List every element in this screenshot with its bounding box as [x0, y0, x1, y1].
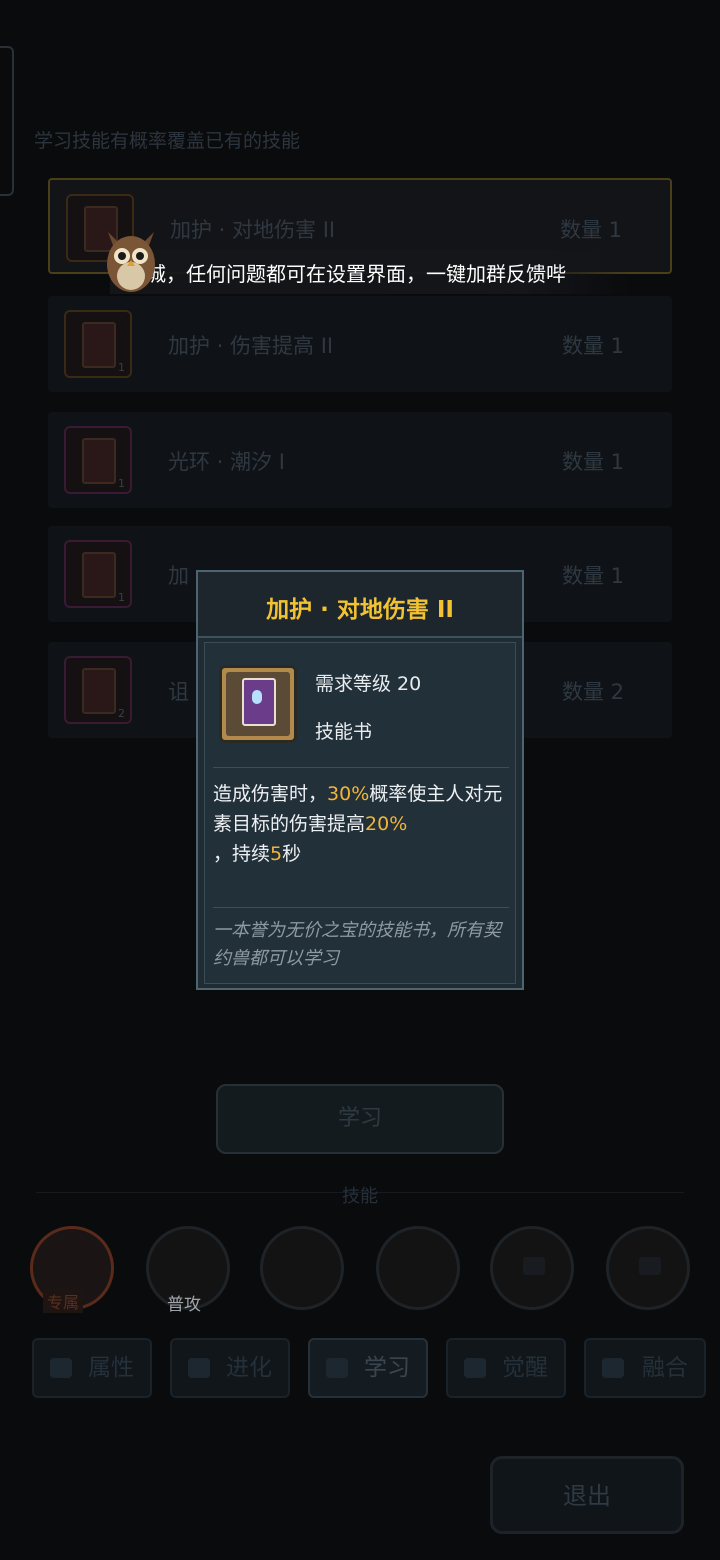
skill-book-icon: 1 — [64, 540, 132, 608]
tab-awaken[interactable]: 觉醒 — [446, 1338, 566, 1398]
skill-description: 造成伤害时，30%概率使主人对元素目标的伤害提高20% ，持续5秒 — [213, 783, 503, 865]
burst-skill-icon[interactable] — [260, 1226, 344, 1310]
skill-book-name: 加护 · 对地伤害 II — [170, 218, 336, 242]
item-tooltip: 加护 · 对地伤害 II 需求等级 20 技能书 造成伤害时，30%概率使主人对… — [196, 570, 524, 990]
flavor-text: 一本誉为无价之宝的技能书，所有契约兽都可以学习 — [213, 920, 501, 969]
exit-button[interactable]: 退出 — [490, 1456, 684, 1534]
tooltip-title: 加护 · 对地伤害 II — [266, 597, 454, 623]
beast-icon — [464, 1358, 486, 1378]
lock-icon[interactable] — [490, 1226, 574, 1310]
skill-book-name: 光环 · 潮汐 I — [168, 450, 285, 474]
owl-mascot-icon — [107, 232, 155, 292]
paw-icon — [50, 1358, 72, 1378]
learn-hint: 学习技能有概率覆盖已有的技能 — [34, 130, 301, 152]
learn-button[interactable]: 学习 — [216, 1084, 504, 1154]
divider — [213, 907, 509, 908]
skill-book-name: 加护 · 伤害提高 II — [168, 334, 334, 358]
skill-book-icon: 2 — [64, 656, 132, 724]
scrolling-notice-text: 城，任何问题都可在设置界面，一键加群反馈哔 — [146, 262, 566, 286]
skill-book-icon: 1 — [64, 426, 132, 494]
skill-book-icon: 1 — [64, 310, 132, 378]
skill-book-qty: 数量 1 — [561, 334, 624, 358]
normal-attack-icon[interactable]: 普攻 — [146, 1226, 230, 1315]
skill-book-qty: 数量 1 — [559, 218, 622, 242]
skill-book-name: 诅 — [168, 680, 189, 704]
tab-evolve[interactable]: 进化 — [170, 1338, 290, 1398]
item-type: 技能书 — [315, 721, 373, 743]
skill-book-qty: 数量 1 — [561, 450, 624, 474]
skill-book-row[interactable]: 1 加护 · 伤害提高 II 数量 1 — [48, 296, 672, 392]
lock-icon[interactable] — [606, 1226, 690, 1310]
tooltip-body: 需求等级 20 技能书 造成伤害时，30%概率使主人对元素目标的伤害提高20%，… — [204, 642, 516, 984]
arrow-up-icon — [188, 1358, 210, 1378]
exclusive-skill-icon[interactable]: 专属 — [30, 1226, 114, 1313]
skill-book-large-icon — [219, 665, 297, 743]
skill-book-row[interactable]: 1 光环 · 潮汐 I 数量 1 — [48, 412, 672, 508]
skill-book-qty: 数量 1 — [561, 564, 624, 588]
tab-attributes[interactable]: 属性 — [32, 1338, 152, 1398]
locked-skill-icon[interactable] — [376, 1226, 460, 1310]
level-requirement: 需求等级 20 — [315, 673, 422, 695]
side-panel-tab[interactable] — [0, 46, 14, 196]
tooltip-header: 加护 · 对地伤害 II — [198, 572, 522, 638]
skill-book-name: 加 — [168, 564, 189, 588]
tab-fuse[interactable]: 融合 — [584, 1338, 706, 1398]
divider — [213, 767, 509, 768]
skills-section-label: 技能 — [342, 1186, 378, 1207]
tab-learn[interactable]: 学习 — [308, 1338, 428, 1398]
skill-book-qty: 数量 2 — [561, 680, 624, 704]
book-icon — [326, 1358, 348, 1378]
fuse-icon — [602, 1358, 624, 1378]
